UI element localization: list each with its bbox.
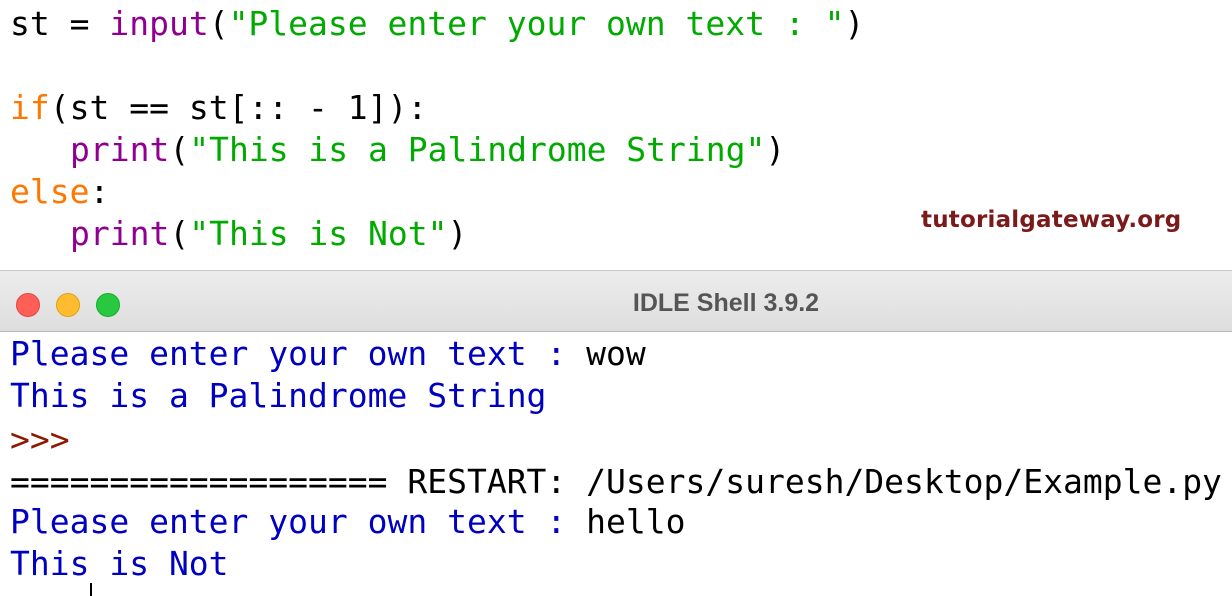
code-line: st = input("Please enter your own text :… [10, 4, 864, 44]
code-token-string: "Please enter your own text : " [228, 4, 845, 43]
shell-stdout-line: This is Not [10, 544, 229, 583]
code-line: print("This is a Palindrome String") [10, 130, 785, 170]
code-line: print("This is Not") [10, 214, 467, 254]
window-titlebar[interactable]: IDLE Shell 3.9.2 [0, 270, 1232, 332]
code-token-builtin: print [70, 214, 170, 253]
minimize-window-button[interactable] [56, 293, 80, 317]
code-token: ) [447, 214, 468, 253]
code-token: st = [10, 4, 110, 43]
shell-prompt: >>> [10, 420, 70, 459]
shell-line: Please enter your own text : wow [10, 334, 646, 374]
code-token-string: "This is a Palindrome String" [189, 130, 766, 169]
shell-prompt-text: Please enter your own text : [10, 334, 587, 373]
code-token-string: "This is Not" [189, 214, 448, 253]
zoom-window-button[interactable] [96, 293, 120, 317]
shell-user-input: wow [586, 334, 646, 373]
shell-stdout-line: This is a Palindrome String [10, 376, 547, 415]
shell-prompt-text: Please enter your own text : [10, 502, 587, 541]
code-token: ( [208, 4, 229, 43]
code-token-builtin: input [109, 4, 209, 43]
idle-shell-window: IDLE Shell 3.9.2 Please enter your own t… [0, 270, 1232, 596]
code-token-keyword: if [10, 88, 50, 127]
text-cursor [90, 583, 92, 596]
code-editor[interactable]: st = input("Please enter your own text :… [0, 0, 1232, 270]
code-token: ( [169, 130, 190, 169]
close-window-button[interactable] [16, 293, 40, 317]
code-token: (st == st[:: - 1]): [49, 88, 428, 127]
code-line: else: [10, 172, 109, 212]
code-line: if(st == st[:: - 1]): [10, 88, 427, 128]
code-token: ) [765, 130, 786, 169]
code-token: ) [844, 4, 865, 43]
code-token: ( [169, 214, 190, 253]
shell-restart-line: =================== RESTART: /Users/sure… [10, 462, 1222, 501]
watermark: tutorialgateway.org [921, 207, 1182, 233]
window-title: IDLE Shell 3.9.2 [632, 289, 820, 317]
code-token-builtin: print [70, 130, 170, 169]
code-token: : [89, 172, 110, 211]
shell-line: Please enter your own text : hello [10, 502, 686, 542]
shell-user-input: hello [586, 502, 686, 541]
code-token-keyword: else [10, 172, 90, 211]
